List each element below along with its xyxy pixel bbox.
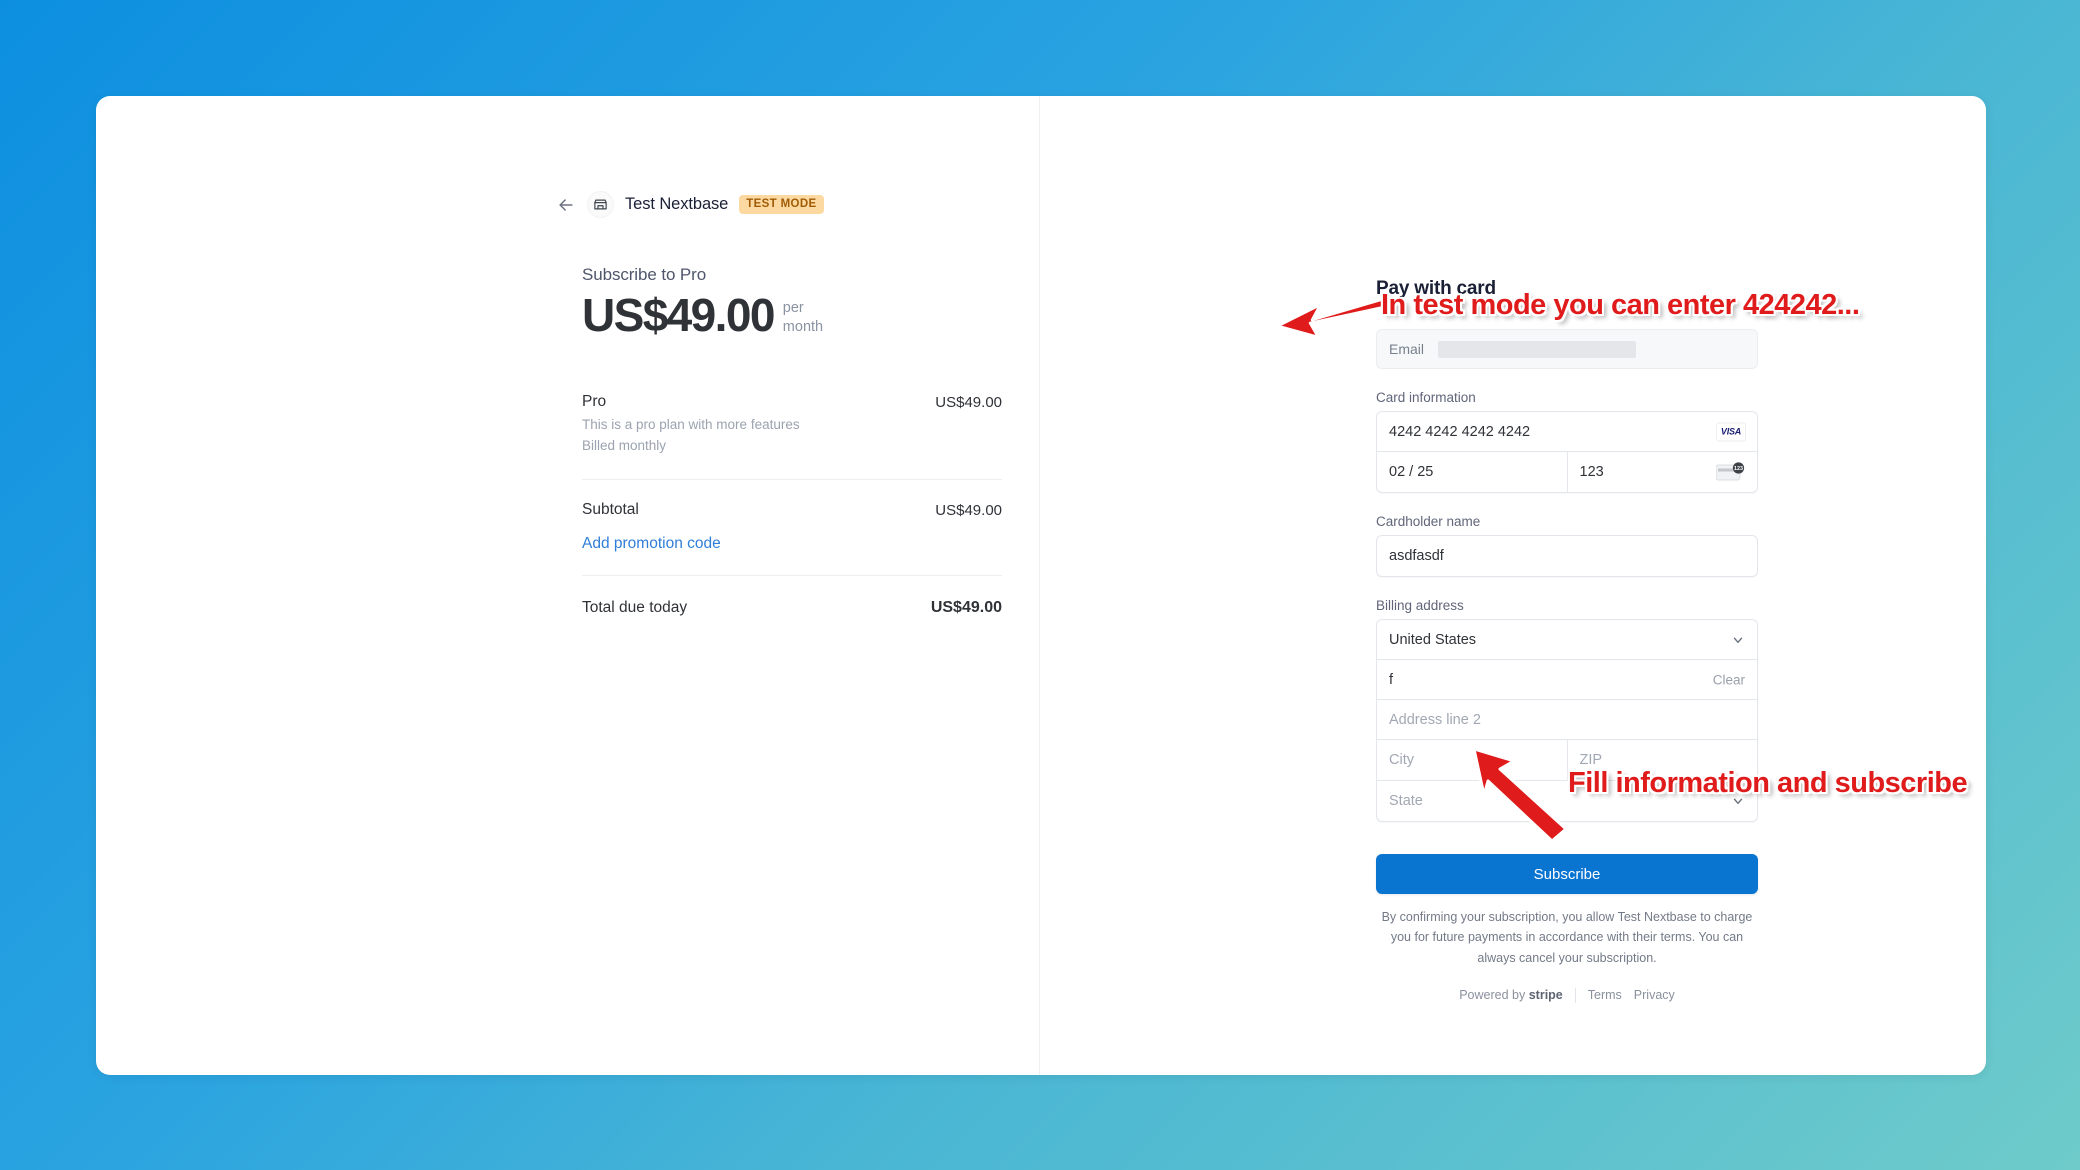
annotation-text-subscribe: Fill information and subscribe xyxy=(1568,767,1968,799)
subtotal-value: US$49.00 xyxy=(935,501,1002,519)
cardholder-name-value: asdfasdf xyxy=(1389,548,1444,564)
line-item-info: Pro This is a pro plan with more feature… xyxy=(582,393,800,457)
subtotal-row: Subtotal US$49.00 xyxy=(582,480,1002,519)
powered-by-stripe: Powered by stripe xyxy=(1459,988,1563,1002)
country-value: United States xyxy=(1389,631,1477,648)
line-item-price: US$49.00 xyxy=(935,394,1002,412)
subscribe-button[interactable]: Subscribe xyxy=(1376,854,1758,894)
subscribe-heading: Subscribe to Pro xyxy=(582,265,707,284)
price-period: per month xyxy=(783,291,823,336)
line-item-description: This is a pro plan with more features xyxy=(582,417,800,433)
cardholder-name-input[interactable]: asdfasdf xyxy=(1377,536,1757,576)
footer-divider xyxy=(1574,987,1576,1003)
line-item-billing: Billed monthly xyxy=(582,438,667,454)
annotation-text-card: In test mode you can enter 424242... xyxy=(1381,289,1860,321)
state-placeholder: State xyxy=(1389,793,1423,809)
powered-by-label: Powered by xyxy=(1459,988,1526,1003)
legal-disclaimer: By confirming your subscription, you all… xyxy=(1381,910,1753,965)
cardholder-name-group: asdfasdf xyxy=(1376,535,1758,577)
address-line1-value: f xyxy=(1389,671,1394,688)
price-period-line1: per xyxy=(782,300,804,316)
address-line1-input[interactable]: f Clear xyxy=(1377,660,1757,700)
total-row: Total due today US$49.00 xyxy=(582,576,1002,617)
total-label: Total due today xyxy=(582,599,688,617)
chevron-down-icon xyxy=(1733,637,1743,643)
price-display: US$49.00 per month xyxy=(582,289,1002,341)
total-value: US$49.00 xyxy=(930,599,1002,617)
test-mode-badge: TEST MODE xyxy=(739,195,824,214)
card-expiry-cvc-row: 02 / 25 123 123 xyxy=(1377,452,1757,492)
card-information-group: 4242 4242 4242 4242 VISA 02 / 25 123 123 xyxy=(1376,411,1758,493)
city-placeholder: City xyxy=(1389,752,1414,768)
stripe-footer: Powered by stripe Terms Privacy xyxy=(1376,987,1758,1003)
cardholder-name-label: Cardholder name xyxy=(1376,514,1481,529)
address-line2-input[interactable]: Address line 2 xyxy=(1377,700,1757,740)
merchant-name: Test Nextbase xyxy=(625,195,729,213)
email-label: Email xyxy=(1389,341,1425,357)
city-input[interactable]: City xyxy=(1377,740,1568,780)
billing-address-label: Billing address xyxy=(1376,598,1464,613)
payment-form-pane: Pay with card Email Card information 424… xyxy=(1040,96,1986,1075)
privacy-link[interactable]: Privacy xyxy=(1634,988,1675,1002)
country-select[interactable]: United States xyxy=(1377,620,1757,660)
card-cvc-input[interactable]: 123 123 xyxy=(1568,452,1758,492)
line-item-name: Pro xyxy=(582,393,607,411)
address-line2-placeholder: Address line 2 xyxy=(1389,711,1481,728)
email-field[interactable]: Email xyxy=(1376,329,1758,369)
back-arrow-icon[interactable] xyxy=(556,195,576,215)
visa-icon: VISA xyxy=(1716,422,1746,441)
stripe-wordmark: stripe xyxy=(1528,988,1563,1003)
price-amount: US$49.00 xyxy=(582,289,775,341)
cvc-card-icon: 123 xyxy=(1715,462,1746,482)
storefront-icon xyxy=(587,191,614,218)
card-number-value: 4242 4242 4242 4242 xyxy=(1389,423,1531,440)
card-expiry-input[interactable]: 02 / 25 xyxy=(1377,452,1568,492)
merchant-header: Test Nextbase TEST MODE xyxy=(556,191,1002,218)
svg-text:123: 123 xyxy=(1734,466,1743,472)
card-number-input[interactable]: 4242 4242 4242 4242 VISA xyxy=(1377,412,1757,452)
terms-link[interactable]: Terms xyxy=(1588,988,1622,1002)
clear-address-button[interactable]: Clear xyxy=(1713,672,1745,687)
email-redacted-value xyxy=(1438,340,1637,358)
price-period-line2: month xyxy=(782,318,824,335)
line-item: Pro This is a pro plan with more feature… xyxy=(582,393,1002,479)
checkout-card: Test Nextbase TEST MODE Subscribe to Pro… xyxy=(96,96,1986,1075)
card-information-label: Card information xyxy=(1376,390,1476,405)
subtotal-label: Subtotal xyxy=(582,501,639,519)
zip-placeholder: ZIP xyxy=(1579,752,1603,768)
order-summary-pane: Test Nextbase TEST MODE Subscribe to Pro… xyxy=(96,96,1040,1075)
card-cvc-value: 123 xyxy=(1579,464,1604,480)
add-promotion-code-link[interactable]: Add promotion code xyxy=(582,519,721,575)
card-expiry-value: 02 / 25 xyxy=(1389,464,1434,480)
